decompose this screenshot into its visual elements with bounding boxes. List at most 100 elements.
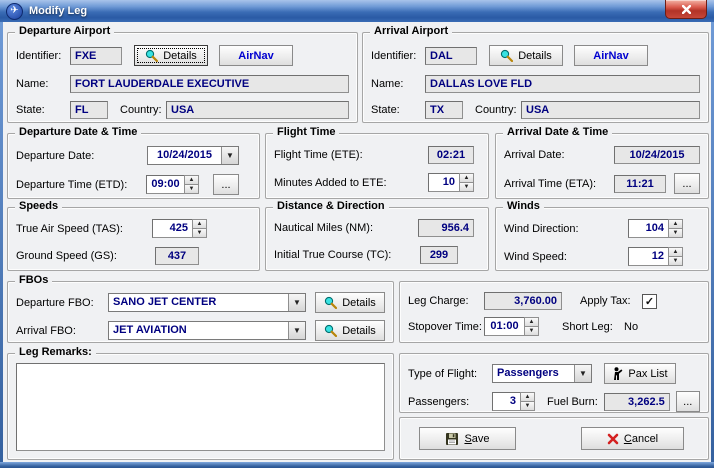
departure-time-value[interactable]: 09:00 (146, 175, 184, 194)
group-title: Flight Time (273, 126, 339, 138)
floppy-disk-icon (445, 432, 459, 446)
apply-tax-label: Apply Tax: (580, 295, 638, 307)
minutes-added-spinner[interactable]: 10 ▲ ▼ (428, 173, 474, 192)
identifier-label: Identifier: (371, 50, 425, 62)
country-label: Country: (120, 104, 166, 116)
spin-down-icon: ▼ (185, 184, 198, 193)
spinner-buttons[interactable]: ▲ ▼ (524, 317, 539, 336)
arrival-date-field: 10/24/2015 (614, 146, 700, 164)
arrival-airnav-button[interactable]: AirNav (574, 45, 648, 66)
stopover-time-value[interactable]: 01:00 (484, 317, 524, 336)
gs-field: 437 (155, 247, 199, 265)
magnifier-icon (324, 324, 337, 337)
cancel-button[interactable]: Cancel (581, 427, 684, 450)
airplane-glyph: ✈ (10, 6, 18, 16)
passengers-label: Passengers: (408, 396, 492, 408)
dropdown-icon[interactable]: ▼ (574, 365, 591, 382)
wind-direction-spinner[interactable]: 104 ▲ ▼ (628, 219, 683, 238)
spin-down-icon: ▼ (669, 256, 682, 265)
airplane-app-icon: ✈ (6, 3, 23, 20)
identifier-label: Identifier: (16, 50, 70, 62)
short-leg-label: Short Leg: (562, 321, 620, 333)
spinner-buttons[interactable]: ▲ ▼ (668, 219, 683, 238)
tas-value[interactable]: 425 (152, 219, 192, 238)
group-title: Leg Remarks: (15, 346, 96, 358)
dropdown-icon[interactable]: ▼ (288, 294, 305, 311)
state-label: State: (371, 104, 425, 116)
minutes-added-label: Minutes Added to ETE: (274, 177, 387, 189)
departure-fbo-details-button[interactable]: Details (315, 292, 385, 313)
stopover-time-spinner[interactable]: 01:00 ▲ ▼ (484, 317, 539, 336)
arrival-fbo-value: JET AVIATION (109, 322, 288, 339)
fuel-burn-field: 3,262.5 (604, 393, 670, 411)
dropdown-glyph: ▼ (293, 298, 301, 307)
arrival-airport-group: Arrival Airport Identifier: DAL Details … (362, 32, 709, 123)
wind-speed-spinner[interactable]: 12 ▲ ▼ (628, 247, 683, 266)
arrival-details-button[interactable]: Details (489, 45, 563, 66)
titlebar[interactable]: ✈ Modify Leg (0, 0, 714, 22)
spin-down-icon: ▼ (525, 326, 538, 335)
window-border-bottom (0, 462, 714, 468)
pax-list-button[interactable]: Pax List (604, 363, 676, 384)
magnifier-icon (324, 296, 337, 309)
flight-type-group: Type of Flight: Passengers ▼ Pax List Pa… (399, 353, 709, 413)
departure-airnav-button[interactable]: AirNav (219, 45, 293, 66)
wind-speed-value[interactable]: 12 (628, 247, 668, 266)
spinner-buttons[interactable]: ▲ ▼ (459, 173, 474, 192)
leg-remarks-group: Leg Remarks: (7, 353, 394, 460)
arrival-time-field: 11:21 (614, 175, 666, 193)
close-icon (682, 5, 691, 14)
winds-group: Winds Wind Direction: 104 ▲ ▼ Wind Speed… (495, 207, 709, 271)
dropdown-icon[interactable]: ▼ (288, 322, 305, 339)
wind-direction-label: Wind Direction: (504, 223, 579, 235)
type-of-flight-value: Passengers (493, 365, 574, 382)
departure-fbo-value: SANO JET CENTER (109, 294, 288, 311)
type-of-flight-combo[interactable]: Passengers ▼ (492, 364, 592, 383)
passengers-value[interactable]: 3 (492, 392, 520, 411)
departure-time-spinner[interactable]: 09:00 ▲ ▼ (146, 175, 199, 194)
apply-tax-checkbox[interactable]: ✓ (642, 294, 657, 309)
arrival-fbo-combo[interactable]: JET AVIATION ▼ (108, 321, 306, 340)
spinner-buttons[interactable]: ▲ ▼ (192, 219, 207, 238)
spin-up-icon: ▲ (525, 318, 538, 326)
close-button[interactable] (665, 0, 707, 19)
departure-date-value: 10/24/2015 (148, 147, 221, 164)
spinner-buttons[interactable]: ▲ ▼ (520, 392, 535, 411)
group-title: Winds (503, 200, 544, 212)
window-border-left (0, 22, 3, 462)
arrival-identifier-field[interactable]: DAL (425, 47, 477, 65)
leg-remarks-input[interactable] (16, 363, 385, 451)
spin-up-icon: ▲ (460, 174, 473, 182)
save-button[interactable]: Save (419, 427, 516, 450)
minutes-added-value[interactable]: 10 (428, 173, 459, 192)
magnifier-icon (500, 49, 513, 62)
dropdown-glyph: ▼ (293, 326, 301, 335)
group-title: Arrival Date & Time (503, 126, 612, 138)
dropdown-icon[interactable]: ▼ (221, 147, 238, 164)
departure-datetime-group: Departure Date & Time Departure Date: 10… (7, 133, 260, 199)
passengers-spinner[interactable]: 3 ▲ ▼ (492, 392, 535, 411)
group-title: Departure Airport (15, 25, 114, 37)
departure-time-more-button[interactable]: ... (213, 174, 239, 195)
departure-identifier-field[interactable]: FXE (70, 47, 122, 65)
country-label: Country: (475, 104, 521, 116)
departure-details-button[interactable]: Details (134, 45, 208, 66)
departure-country-field: USA (166, 101, 349, 119)
ete-field: 02:21 (428, 146, 474, 164)
magnifier-icon (145, 49, 158, 62)
arrival-time-more-button[interactable]: ... (674, 173, 700, 194)
arrival-country-field: USA (521, 101, 700, 119)
airnav-button-label: AirNav (238, 50, 273, 62)
details-button-label: Details (518, 50, 552, 62)
person-icon (612, 367, 623, 380)
spinner-buttons[interactable]: ▲ ▼ (184, 175, 199, 194)
red-x-icon (607, 433, 619, 445)
spinner-buttons[interactable]: ▲ ▼ (668, 247, 683, 266)
tc-label: Initial True Course (TC): (274, 249, 391, 261)
arrival-fbo-details-button[interactable]: Details (315, 320, 385, 341)
fuel-burn-more-button[interactable]: ... (676, 391, 700, 412)
wind-direction-value[interactable]: 104 (628, 219, 668, 238)
departure-date-combo[interactable]: 10/24/2015 ▼ (147, 146, 239, 165)
departure-fbo-combo[interactable]: SANO JET CENTER ▼ (108, 293, 306, 312)
tas-spinner[interactable]: 425 ▲ ▼ (152, 219, 207, 238)
